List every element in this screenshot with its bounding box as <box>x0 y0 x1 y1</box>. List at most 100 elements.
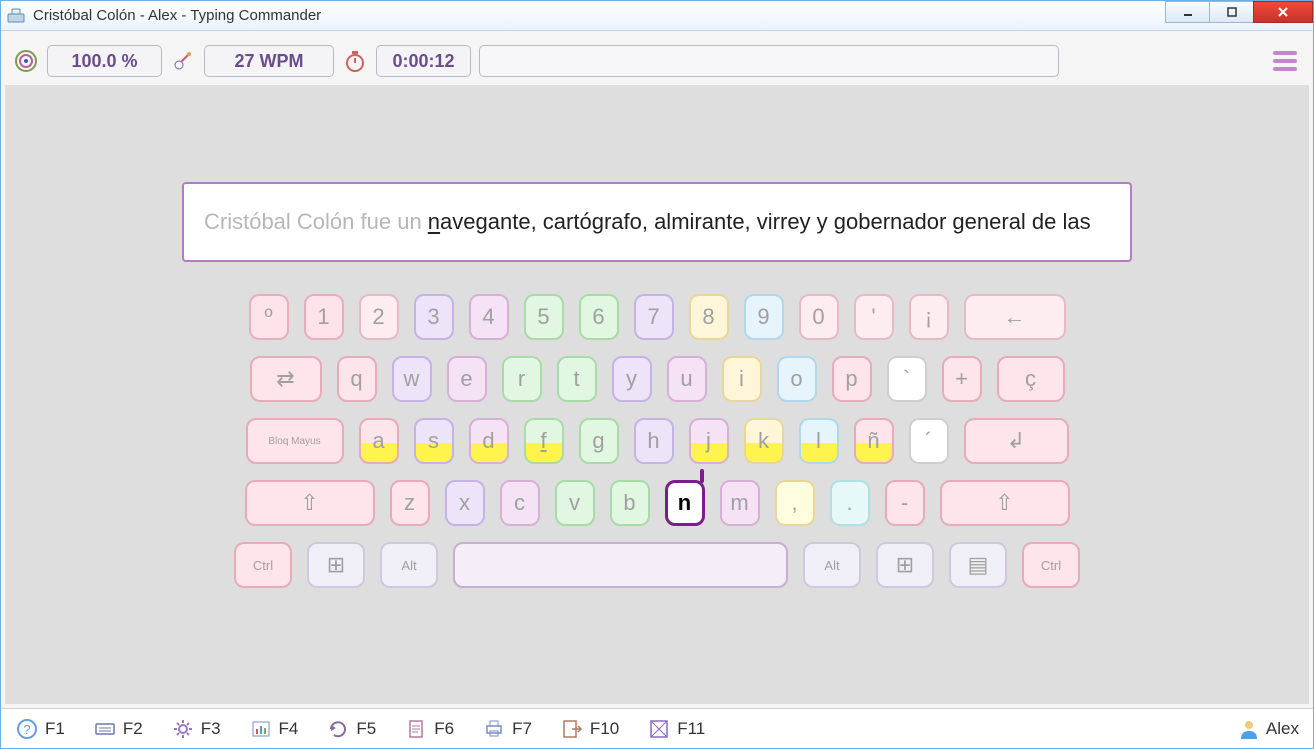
key-6[interactable]: 6 <box>579 294 619 340</box>
key-o[interactable]: o <box>777 356 817 402</box>
key-ctrl[interactable]: Ctrl <box>234 542 292 588</box>
key-f[interactable]: f <box>524 418 564 464</box>
fkey-f11[interactable]: F11 <box>647 717 705 741</box>
svg-text:?: ? <box>23 722 30 737</box>
time-icon <box>342 48 368 74</box>
key-n[interactable]: n <box>665 480 705 526</box>
help-icon: ? <box>15 717 39 741</box>
key-⊞[interactable]: ⊞ <box>307 542 365 588</box>
fkey-f10[interactable]: F10 <box>560 717 619 741</box>
key-j[interactable]: j <box>689 418 729 464</box>
window-controls <box>1166 1 1313 26</box>
key-+[interactable]: + <box>942 356 982 402</box>
key-e[interactable]: e <box>447 356 487 402</box>
speed-icon <box>170 48 196 74</box>
keyboard-row-3: ⇧zxcvbnm,.-⇧ <box>245 480 1070 526</box>
key-1[interactable]: 1 <box>304 294 344 340</box>
footer: ?F1 F2 F3 F4 F5 F6 F7 F10 F11 Alex <box>1 708 1313 748</box>
fkey-f2[interactable]: F2 <box>93 717 143 741</box>
key-Alt[interactable]: Alt <box>380 542 438 588</box>
gear-icon <box>171 717 195 741</box>
key-i[interactable]: i <box>722 356 762 402</box>
key-v[interactable]: v <box>555 480 595 526</box>
maximize-button[interactable] <box>1209 1 1254 23</box>
key-⇧[interactable]: ⇧ <box>940 480 1070 526</box>
user-icon <box>1238 718 1260 740</box>
fkey-f7[interactable]: F7 <box>482 717 532 741</box>
fkey-f4[interactable]: F4 <box>249 717 299 741</box>
accuracy-value: 100.0 % <box>47 45 162 77</box>
close-button[interactable] <box>1253 1 1313 23</box>
key-,[interactable]: , <box>775 480 815 526</box>
key-3[interactable]: 3 <box>414 294 454 340</box>
expand-icon <box>647 717 671 741</box>
key-d[interactable]: d <box>469 418 509 464</box>
key--[interactable]: - <box>885 480 925 526</box>
fkey-f6[interactable]: F6 <box>404 717 454 741</box>
exercise-text-panel: Cristóbal Colón fue un navegante, cartóg… <box>182 182 1132 262</box>
key-7[interactable]: 7 <box>634 294 674 340</box>
key-⇧[interactable]: ⇧ <box>245 480 375 526</box>
key-2[interactable]: 2 <box>359 294 399 340</box>
key-bloqmayus[interactable]: Bloq Mayus <box>246 418 344 464</box>
key-⇄[interactable]: ⇄ <box>250 356 322 402</box>
app-window: Cristóbal Colón - Alex - Typing Commande… <box>0 0 1314 749</box>
key-l[interactable]: l <box>799 418 839 464</box>
fkey-f1[interactable]: ?F1 <box>15 717 65 741</box>
key-g[interactable]: g <box>579 418 619 464</box>
key-Alt[interactable]: Alt <box>803 542 861 588</box>
key-u[interactable]: u <box>667 356 707 402</box>
key-h[interactable]: h <box>634 418 674 464</box>
main-area: Cristóbal Colón fue un n avegante, cartóg… <box>5 85 1309 704</box>
print-icon <box>482 717 506 741</box>
key-ñ[interactable]: ñ <box>854 418 894 464</box>
key-ç[interactable]: ç <box>997 356 1065 402</box>
key-4[interactable]: 4 <box>469 294 509 340</box>
key-º[interactable]: º <box>249 294 289 340</box>
key-'[interactable]: ' <box>854 294 894 340</box>
key-t[interactable]: t <box>557 356 597 402</box>
key-⊞[interactable]: ⊞ <box>876 542 934 588</box>
key-ctrl[interactable]: Ctrl <box>1022 542 1080 588</box>
key-9[interactable]: 9 <box>744 294 784 340</box>
key-5[interactable]: 5 <box>524 294 564 340</box>
key-↲[interactable]: ↲ <box>964 418 1069 464</box>
key-p[interactable]: p <box>832 356 872 402</box>
key-q[interactable]: q <box>337 356 377 402</box>
key-x[interactable]: x <box>445 480 485 526</box>
key-¡[interactable]: ¡ <box>909 294 949 340</box>
key-.[interactable]: . <box>830 480 870 526</box>
user-info: Alex <box>1238 718 1299 740</box>
chart-icon <box>249 717 273 741</box>
key-b[interactable]: b <box>610 480 650 526</box>
keyboard-row-0: º1234567890 ' ¡ ← <box>249 294 1066 340</box>
typed-text: Cristóbal Colón fue un <box>204 209 428 234</box>
keyboard-row-4: Ctrl ⊞ Alt Alt ⊞ ▤ Ctrl <box>234 542 1080 588</box>
minimize-button[interactable] <box>1165 1 1210 23</box>
key-space[interactable] <box>453 542 788 588</box>
key-m[interactable]: m <box>720 480 760 526</box>
key-8[interactable]: 8 <box>689 294 729 340</box>
key-▤[interactable]: ▤ <box>949 542 1007 588</box>
user-name: Alex <box>1266 719 1299 739</box>
key-a[interactable]: a <box>359 418 399 464</box>
accuracy-icon <box>13 48 39 74</box>
fkey-f3[interactable]: F3 <box>171 717 221 741</box>
key-r[interactable]: r <box>502 356 542 402</box>
remaining-text: avegante, cartógrafo, almirante, virrey … <box>440 209 1091 234</box>
menu-button[interactable] <box>1269 47 1301 75</box>
doc-icon <box>404 717 428 741</box>
refresh-icon <box>326 717 350 741</box>
key-`[interactable]: ` <box>887 356 927 402</box>
key-´[interactable]: ´ <box>909 418 949 464</box>
fkey-f5[interactable]: F5 <box>326 717 376 741</box>
key-0[interactable]: 0 <box>799 294 839 340</box>
key-c[interactable]: c <box>500 480 540 526</box>
key-w[interactable]: w <box>392 356 432 402</box>
key-k[interactable]: k <box>744 418 784 464</box>
keyboard-row-2: Bloq Mayus asdfghjklñ ´ ↲ <box>246 418 1069 464</box>
key-←[interactable]: ← <box>964 294 1066 340</box>
key-z[interactable]: z <box>390 480 430 526</box>
key-s[interactable]: s <box>414 418 454 464</box>
key-y[interactable]: y <box>612 356 652 402</box>
